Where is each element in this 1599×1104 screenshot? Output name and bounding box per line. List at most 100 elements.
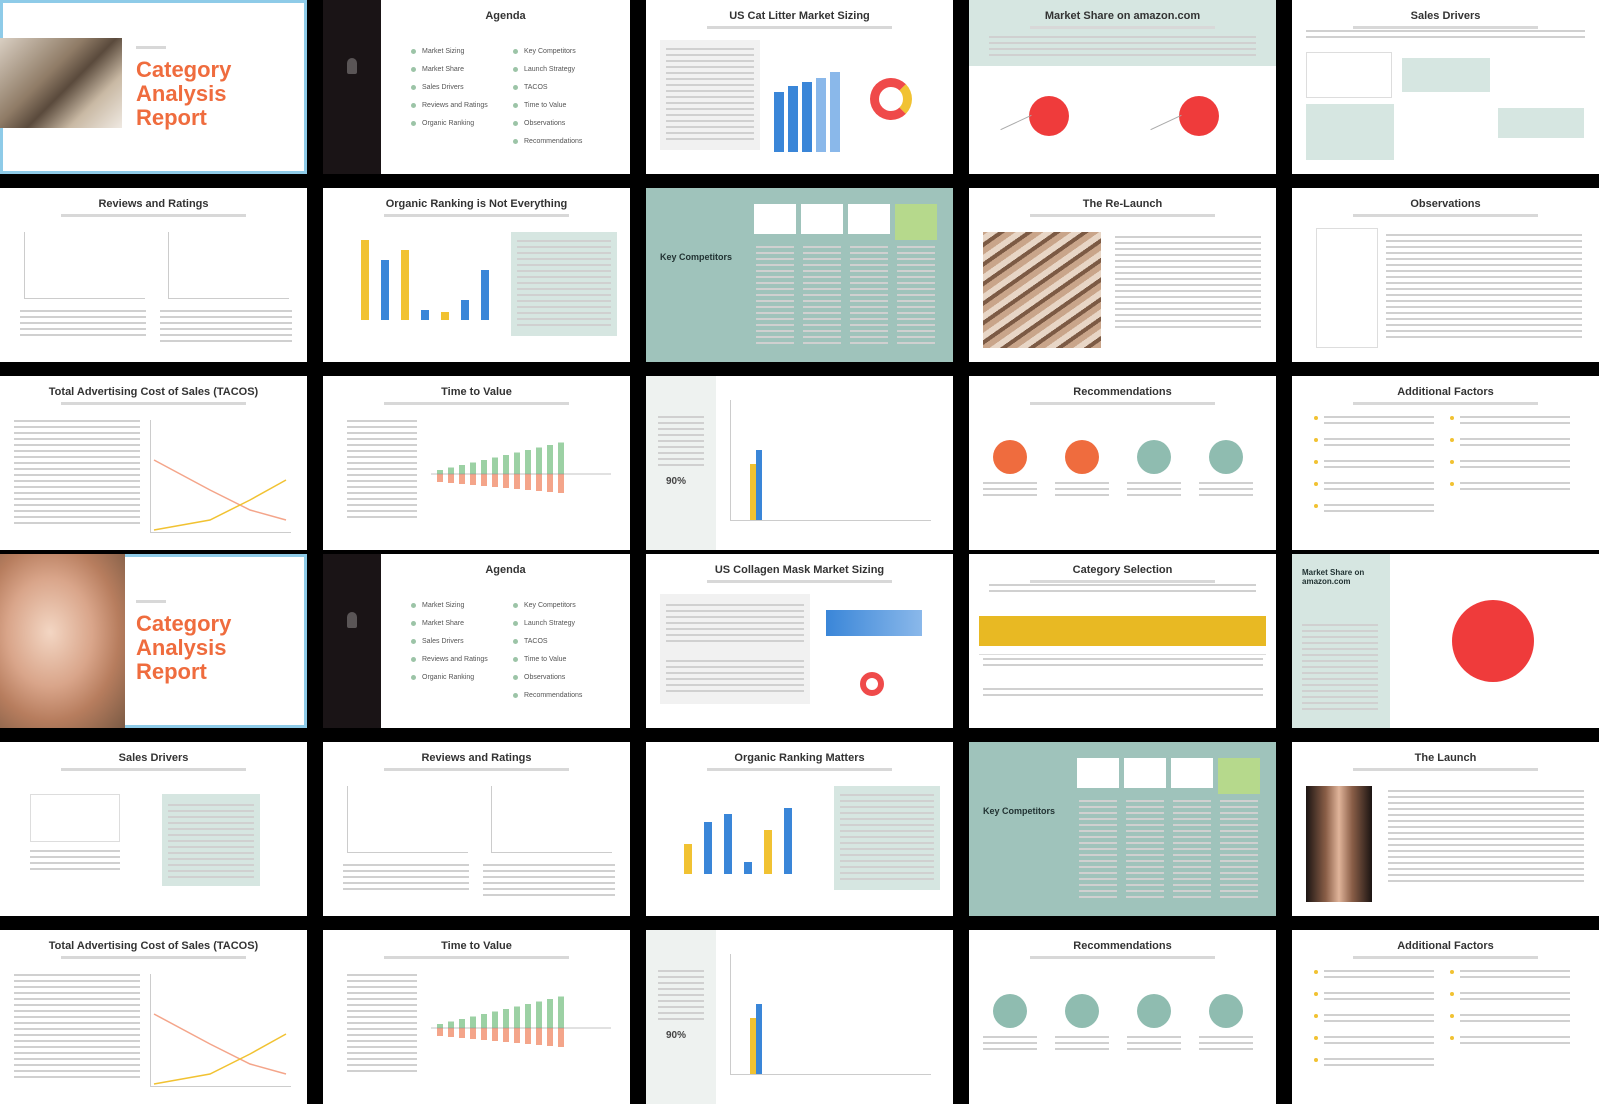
text-block bbox=[1460, 970, 1570, 980]
slide-thumbnail-23[interactable]: Organic Ranking Matters bbox=[646, 742, 953, 916]
slide-subtitle-placeholder bbox=[1030, 402, 1215, 405]
agenda-item: Sales Drivers bbox=[411, 84, 464, 91]
slide-subtitle-placeholder bbox=[1030, 956, 1215, 959]
slide-subtitle-placeholder bbox=[61, 956, 246, 959]
slide-title: Market Share on amazon.com bbox=[1044, 10, 1201, 22]
text-block bbox=[168, 804, 254, 880]
agenda-item: Market Sizing bbox=[411, 602, 464, 609]
slide-thumbnail-14[interactable]: Recommendations bbox=[969, 376, 1276, 550]
slide-thumbnail-25[interactable]: The Launch bbox=[1292, 742, 1599, 916]
slide-subtitle-placeholder bbox=[707, 580, 892, 583]
slide-thumbnail-28[interactable]: 90% bbox=[646, 930, 953, 1104]
text-block bbox=[1127, 482, 1181, 500]
slide-thumbnail-27[interactable]: Time to Value bbox=[323, 930, 630, 1104]
side-title: Market Share on amazon.com bbox=[1302, 568, 1365, 586]
slide-title: Observations bbox=[1410, 198, 1481, 210]
bullet-icon bbox=[1314, 482, 1318, 486]
slide-thumbnail-24[interactable]: Key Competitors bbox=[969, 742, 1276, 916]
text-block bbox=[1386, 234, 1582, 340]
slide-title: US Cat Litter Market Sizing bbox=[729, 10, 870, 22]
slide-thumbnail-2[interactable]: Agenda Market Sizing Market Share Sales Dri… bbox=[323, 0, 630, 174]
divider bbox=[979, 654, 1266, 655]
agenda-sidebar bbox=[323, 554, 381, 728]
agenda-item: Organic Ranking bbox=[411, 674, 474, 681]
slide-thumbnail-15[interactable]: Additional Factors bbox=[1292, 376, 1599, 550]
agenda-item: Market Share bbox=[411, 620, 464, 627]
text-block bbox=[1302, 624, 1378, 712]
slide-title: Recommendations bbox=[1073, 386, 1172, 398]
text-block bbox=[1324, 1014, 1434, 1024]
slide-title: Total Advertising Cost of Sales (TACOS) bbox=[48, 940, 259, 952]
text-block bbox=[30, 850, 120, 872]
slide-thumbnail-19[interactable]: Category Selection bbox=[969, 554, 1276, 728]
slide-thumbnail-7[interactable]: Organic Ranking is Not Everything bbox=[323, 188, 630, 362]
slide-subtitle-placeholder bbox=[1030, 214, 1215, 217]
slide-thumbnail-9[interactable]: The Re-Launch bbox=[969, 188, 1276, 362]
donut bbox=[870, 78, 912, 120]
recommendation-icon bbox=[993, 994, 1027, 1028]
slide-thumbnail-20[interactable]: Market Share on amazon.com bbox=[1292, 554, 1599, 728]
agenda-item: Sales Drivers bbox=[411, 638, 464, 645]
slide-subtitle-placeholder bbox=[707, 768, 892, 771]
slide-subtitle-placeholder bbox=[61, 768, 246, 771]
recommendation-icon bbox=[1065, 994, 1099, 1028]
text-block bbox=[1460, 438, 1570, 448]
slide-thumbnail-16[interactable]: Category Analysis Report bbox=[0, 554, 307, 728]
slide-title: The Re-Launch bbox=[1082, 198, 1163, 210]
slide-thumbnail-26[interactable]: Total Advertising Cost of Sales (TACOS) bbox=[0, 930, 307, 1104]
bar bbox=[724, 814, 732, 874]
slide-thumbnail-13[interactable]: 90% bbox=[646, 376, 953, 550]
text-block bbox=[343, 864, 469, 890]
text-block bbox=[1460, 1014, 1570, 1024]
slide-title: Additional Factors bbox=[1397, 940, 1494, 952]
cover-title: Category Analysis Report bbox=[136, 611, 232, 684]
bullet-icon bbox=[1314, 970, 1318, 974]
bar bbox=[774, 92, 784, 152]
slide-thumbnail-30[interactable]: Additional Factors bbox=[1292, 930, 1599, 1104]
slide-subtitle-placeholder bbox=[384, 214, 569, 217]
text-block bbox=[983, 658, 1263, 668]
time-to-value-chart bbox=[431, 996, 611, 1047]
bar bbox=[816, 78, 826, 152]
slide-thumbnail-17[interactable]: Agenda Market Sizing Market Share Sales Dri… bbox=[323, 554, 630, 728]
slide-subtitle-placeholder bbox=[1030, 580, 1215, 583]
slide-title: Key Competitors bbox=[983, 806, 1056, 816]
slide-thumbnail-5[interactable]: Sales Drivers bbox=[1292, 0, 1599, 174]
slide-thumbnail-3[interactable]: US Cat Litter Market Sizing bbox=[646, 0, 953, 174]
slide-thumbnail-21[interactable]: Sales Drivers bbox=[0, 742, 307, 916]
text-block bbox=[666, 48, 754, 144]
slide-subtitle-placeholder bbox=[384, 956, 569, 959]
leader-line bbox=[1150, 114, 1182, 131]
slide-subtitle-placeholder bbox=[1353, 956, 1538, 959]
slide-subtitle-placeholder bbox=[61, 214, 246, 217]
chart-right bbox=[168, 232, 289, 299]
slide-subtitle-placeholder bbox=[61, 402, 246, 405]
text-block bbox=[347, 420, 417, 522]
slide-title: US Collagen Mask Market Sizing bbox=[714, 564, 885, 576]
callout bbox=[1306, 104, 1394, 160]
slide-thumbnail-6[interactable]: Reviews and Ratings bbox=[0, 188, 307, 362]
slide-thumbnail-1[interactable]: Category Analysis Report bbox=[0, 0, 307, 174]
bullet-icon bbox=[1450, 438, 1454, 442]
slide-thumbnail-22[interactable]: Reviews and Ratings bbox=[323, 742, 630, 916]
text-block bbox=[1324, 460, 1434, 470]
recommendation-icon bbox=[1209, 440, 1243, 474]
text-block bbox=[1388, 790, 1584, 886]
slide-thumbnail-18[interactable]: US Collagen Mask Market Sizing bbox=[646, 554, 953, 728]
slide-thumbnail-10[interactable]: Observations bbox=[1292, 188, 1599, 362]
slide-thumbnail-8[interactable]: Key Competitors bbox=[646, 188, 953, 362]
slide-thumbnail-12[interactable]: Time to Value bbox=[323, 376, 630, 550]
text-block bbox=[14, 974, 140, 1082]
slide-thumbnail-4[interactable]: Market Share on amazon.com bbox=[969, 0, 1276, 174]
agenda-item: Recommendations bbox=[513, 692, 582, 699]
agenda-item: Key Competitors bbox=[513, 602, 576, 609]
slide-thumbnail-11[interactable]: Total Advertising Cost of Sales (TACOS) bbox=[0, 376, 307, 550]
slide-subtitle-placeholder bbox=[1030, 26, 1215, 29]
mini-chart bbox=[30, 794, 120, 842]
bar bbox=[704, 822, 712, 874]
slide-thumbnail-29[interactable]: Recommendations bbox=[969, 930, 1276, 1104]
chart-left bbox=[347, 786, 468, 853]
time-to-value-chart bbox=[431, 442, 611, 493]
slide-subtitle-placeholder bbox=[1353, 768, 1538, 771]
text-block bbox=[1126, 800, 1164, 900]
